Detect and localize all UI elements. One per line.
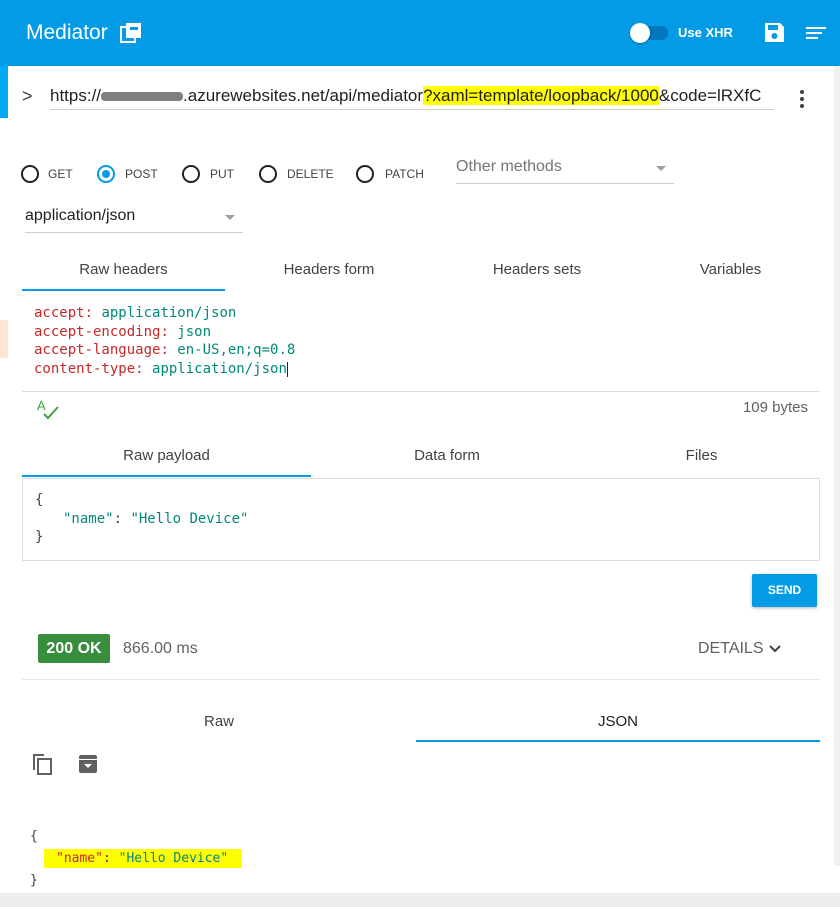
text-caret bbox=[286, 361, 288, 377]
more-vert-icon[interactable] bbox=[795, 88, 809, 110]
app-title: Mediator bbox=[26, 21, 108, 44]
right-scroll-gutter bbox=[834, 66, 840, 866]
response-highlight: "name": "Hello Device" bbox=[44, 849, 243, 868]
left-edge-marker-2 bbox=[0, 320, 8, 358]
payload-line: "name": "Hello Device" bbox=[63, 510, 249, 527]
url-host-path: .azurewebsites.net/api/mediator bbox=[183, 86, 424, 105]
method-radio-put[interactable] bbox=[182, 165, 200, 183]
response-close-brace: } bbox=[30, 873, 38, 888]
archive-icon[interactable] bbox=[78, 754, 98, 774]
footer-strip bbox=[0, 893, 840, 907]
spellcheck-icon[interactable]: A bbox=[36, 398, 60, 420]
menu-icon[interactable] bbox=[806, 25, 826, 41]
payload-close-brace: } bbox=[35, 529, 44, 546]
svg-text:A: A bbox=[37, 398, 46, 413]
method-radio-delete[interactable] bbox=[259, 165, 277, 183]
content-type-dropdown[interactable]: application/json bbox=[25, 207, 243, 233]
other-methods-dropdown[interactable]: Other methods bbox=[456, 158, 674, 184]
dropdown-arrow-icon bbox=[656, 166, 666, 171]
response-open-brace: { bbox=[30, 829, 38, 844]
chevron-down-icon[interactable] bbox=[768, 643, 782, 655]
method-label-patch: PATCH bbox=[385, 167, 424, 181]
payload-tab-indicator bbox=[22, 475, 311, 477]
url-prefix: https:// bbox=[50, 86, 102, 105]
url-redacted-segment bbox=[101, 92, 184, 102]
url-expand-chevron-icon[interactable]: > bbox=[22, 86, 33, 107]
url-input[interactable]: https:// .azurewebsites.net/api/mediator?… bbox=[50, 84, 774, 110]
method-label-put: PUT bbox=[210, 167, 234, 181]
header-line: accept-language: en-US,en;q=0.8 bbox=[34, 342, 296, 359]
method-radio-post[interactable] bbox=[97, 165, 115, 183]
headers-editor[interactable]: accept: application/json accept-encoding… bbox=[22, 291, 820, 392]
use-xhr-toggle[interactable] bbox=[630, 23, 668, 43]
response-time: 866.00 ms bbox=[123, 640, 198, 657]
copy-icon[interactable] bbox=[31, 752, 53, 776]
headers-size: 109 bytes bbox=[742, 399, 808, 416]
toggle-knob bbox=[630, 23, 650, 43]
other-methods-placeholder: Other methods bbox=[456, 158, 562, 175]
window-icon[interactable] bbox=[120, 22, 142, 44]
send-button[interactable]: SEND bbox=[752, 574, 817, 607]
url-rest: &code=lRXfC bbox=[658, 86, 762, 105]
tab-response-json[interactable]: JSON bbox=[416, 710, 820, 750]
header-line: accept: application/json bbox=[34, 305, 237, 321]
header-line: content-type: application/json bbox=[34, 361, 288, 378]
header-line: accept-encoding: json bbox=[34, 323, 212, 340]
url-highlighted-query: ?xaml=template/loopback/1000 bbox=[423, 86, 659, 105]
status-badge: 200 OK bbox=[38, 634, 110, 663]
payload-open-brace: { bbox=[35, 492, 44, 508]
save-icon[interactable] bbox=[764, 22, 785, 43]
method-label-post: POST bbox=[125, 167, 158, 181]
payload-editor[interactable]: { "name": "Hello Device" } bbox=[22, 478, 820, 561]
left-edge-marker bbox=[0, 66, 8, 118]
app-bar: Mediator Use XHR bbox=[0, 0, 840, 66]
response-line: "name": "Hello Device" bbox=[30, 848, 820, 870]
method-label-get: GET bbox=[48, 167, 73, 181]
content-type-value: application/json bbox=[25, 207, 136, 224]
response-tabs: Raw JSON bbox=[22, 710, 820, 750]
dropdown-arrow-icon bbox=[225, 215, 235, 220]
method-radio-get[interactable] bbox=[21, 165, 39, 183]
response-divider bbox=[22, 679, 820, 680]
method-label-delete: DELETE bbox=[287, 167, 334, 181]
method-radio-patch[interactable] bbox=[356, 165, 374, 183]
response-json-body: { "name": "Hello Device" } bbox=[30, 826, 820, 892]
tab-response-raw[interactable]: Raw bbox=[22, 710, 416, 750]
response-tab-indicator bbox=[416, 740, 820, 742]
details-toggle[interactable]: DETAILS bbox=[698, 640, 764, 658]
use-xhr-label: Use XHR bbox=[678, 25, 733, 40]
